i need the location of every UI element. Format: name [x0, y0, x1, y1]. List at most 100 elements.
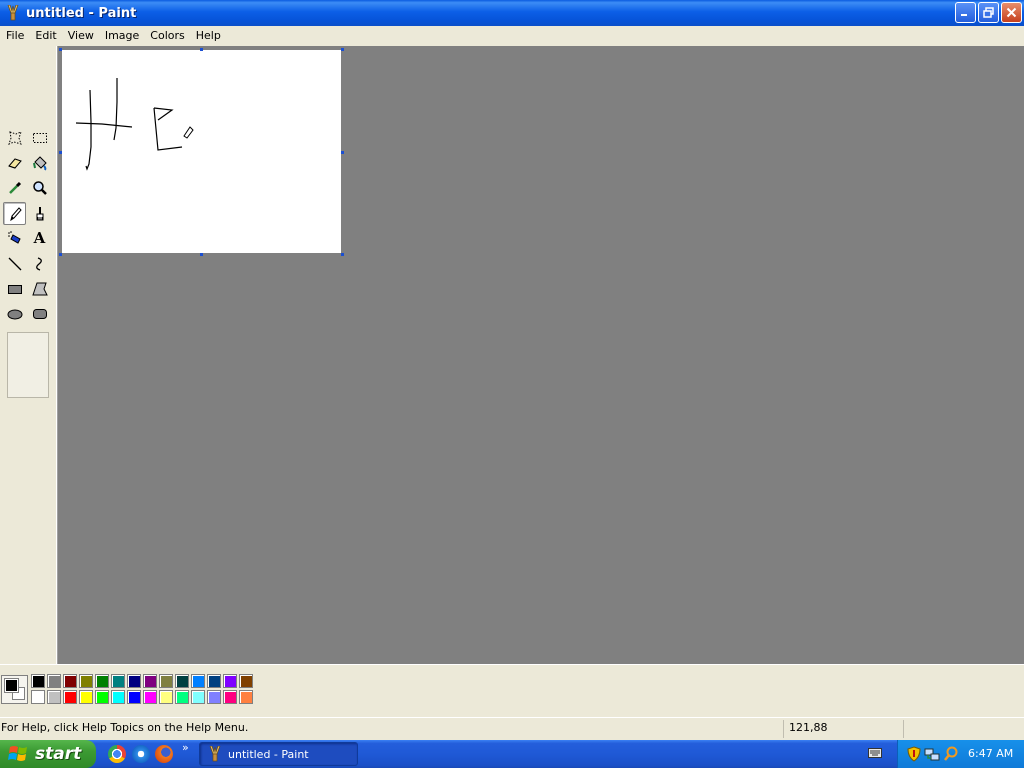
line-icon [8, 257, 21, 270]
tool-curve[interactable] [28, 252, 51, 275]
palette-swatch[interactable] [191, 690, 205, 704]
ellipse-icon [7, 309, 22, 319]
keyboard-icon[interactable] [868, 748, 882, 758]
palette-swatch[interactable] [127, 674, 141, 688]
taskbar-paint-label: untitled - Paint [228, 747, 309, 761]
tool-pencil[interactable] [3, 202, 26, 225]
menu-view[interactable]: View [62, 27, 99, 44]
search-icon[interactable] [943, 746, 959, 762]
close-icon [1006, 7, 1017, 18]
tool-line[interactable] [3, 252, 26, 275]
palette-swatch[interactable] [175, 674, 189, 688]
resize-handle[interactable] [200, 253, 203, 256]
tool-fill-with-color[interactable] [28, 151, 51, 174]
magnifier-icon [32, 180, 47, 195]
restore-button[interactable] [978, 2, 999, 23]
polygon-icon [31, 282, 48, 295]
resize-handle[interactable] [59, 253, 62, 256]
tool-text[interactable]: A [28, 226, 51, 249]
minimize-button[interactable] [955, 2, 976, 23]
palette-swatch[interactable] [239, 674, 253, 688]
palette-swatch[interactable] [239, 690, 253, 704]
tool-polygon[interactable] [28, 277, 51, 300]
status-divider [903, 720, 904, 738]
tool-box: A [0, 46, 57, 664]
tool-ellipse[interactable] [3, 302, 26, 325]
palette-swatch[interactable] [191, 674, 205, 688]
tool-select[interactable] [28, 126, 51, 149]
tool-options-box[interactable] [7, 332, 49, 398]
palette-swatch[interactable] [207, 690, 221, 704]
palette-swatch[interactable] [79, 690, 93, 704]
resize-handle[interactable] [341, 253, 344, 256]
status-help-text: For Help, click Help Topics on the Help … [1, 721, 249, 734]
palette-swatch[interactable] [159, 674, 173, 688]
text-icon: A [33, 228, 46, 247]
palette-swatch[interactable] [47, 690, 61, 704]
palette-swatch[interactable] [175, 690, 189, 704]
palette-swatch[interactable] [127, 690, 141, 704]
firefox-icon[interactable] [155, 745, 173, 763]
start-button[interactable]: start [0, 740, 96, 768]
palette-swatch[interactable] [47, 674, 61, 688]
palette-swatch[interactable] [223, 674, 237, 688]
resize-handle[interactable] [59, 48, 62, 51]
palette-swatch[interactable] [111, 674, 125, 688]
tool-magnifier[interactable] [28, 176, 51, 199]
tool-brush[interactable] [28, 202, 51, 225]
quick-launch-more-button[interactable]: » [182, 741, 189, 754]
brush-icon [36, 206, 43, 220]
menu-help[interactable]: Help [190, 27, 226, 44]
foreground-color [4, 678, 19, 693]
menu-file[interactable]: File [0, 27, 29, 44]
tool-airbrush[interactable] [3, 226, 26, 249]
resize-handle[interactable] [59, 151, 62, 154]
tool-pick-color[interactable] [3, 176, 26, 199]
palette-swatch[interactable] [207, 674, 221, 688]
title-bar[interactable]: untitled - Paint [0, 0, 1024, 26]
menu-colors[interactable]: Colors [144, 27, 189, 44]
chrome-icon[interactable] [108, 745, 126, 763]
palette-swatch[interactable] [223, 690, 237, 704]
clock: 6:47 AM [968, 747, 1014, 760]
paint-app-icon[interactable] [5, 5, 21, 21]
security-shield-icon[interactable] [906, 746, 922, 762]
internet-explorer-icon[interactable] [132, 745, 150, 763]
rectangle-icon [7, 284, 22, 294]
palette-swatch[interactable] [143, 690, 157, 704]
resize-handle[interactable] [200, 48, 203, 51]
paint-bucket-icon [32, 155, 47, 170]
taskbar-paint-button[interactable]: untitled - Paint [199, 742, 358, 766]
menu-edit[interactable]: Edit [29, 27, 61, 44]
cursor-coordinates: 121,88 [789, 721, 828, 734]
resize-handle[interactable] [341, 151, 344, 154]
canvas-drawing [75, 78, 194, 171]
palette-swatch[interactable] [111, 690, 125, 704]
tool-rectangle[interactable] [3, 277, 26, 300]
drawing-canvas[interactable] [62, 50, 341, 253]
palette-swatch[interactable] [63, 690, 77, 704]
palette-swatch[interactable] [31, 690, 45, 704]
current-colors[interactable] [1, 675, 28, 704]
status-divider [783, 720, 784, 738]
close-button[interactable] [1001, 2, 1022, 23]
resize-handle[interactable] [341, 48, 344, 51]
palette-swatch[interactable] [95, 690, 109, 704]
network-icon[interactable] [924, 746, 940, 762]
palette-swatch[interactable] [31, 674, 45, 688]
palette-swatch[interactable] [79, 674, 93, 688]
palette-swatch[interactable] [63, 674, 77, 688]
curve-icon [35, 256, 42, 271]
tool-eraser[interactable] [3, 151, 26, 174]
pencil-icon [9, 206, 22, 221]
eyedropper-icon [8, 181, 21, 194]
palette-swatch[interactable] [159, 690, 173, 704]
palette-swatch[interactable] [95, 674, 109, 688]
restore-icon [983, 7, 994, 18]
tool-free-form-select[interactable] [3, 126, 26, 149]
rect-select-icon [32, 132, 47, 143]
tool-rounded-rectangle[interactable] [28, 302, 51, 325]
palette-swatch[interactable] [143, 674, 157, 688]
menu-image[interactable]: Image [99, 27, 144, 44]
system-tray: 6:47 AM [897, 740, 1024, 768]
